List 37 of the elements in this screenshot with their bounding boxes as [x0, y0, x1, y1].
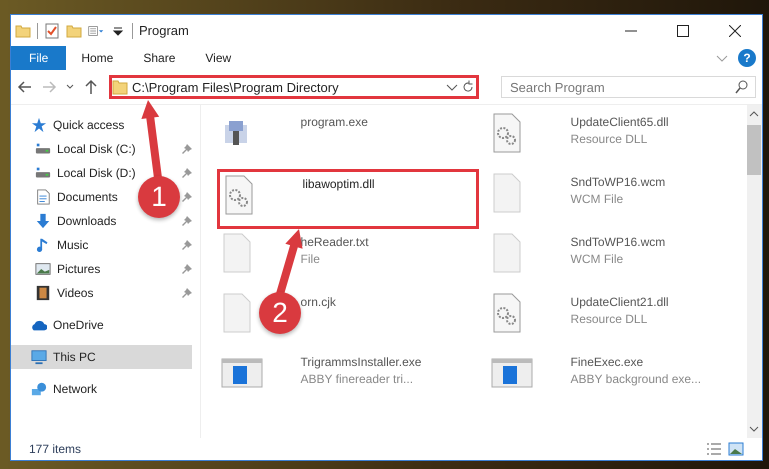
window-title: Program	[139, 23, 189, 38]
file-type: Resource DLL	[570, 312, 648, 326]
ribbon-tab[interactable]: Share	[128, 46, 190, 70]
help-button[interactable]: ?	[738, 49, 756, 67]
ribbon-tab[interactable]: View	[190, 46, 246, 70]
file-type: WCM File	[570, 192, 624, 206]
sidebar-item[interactable]: Network	[11, 377, 192, 401]
sidebar-item[interactable]: Local Disk (C:)	[11, 137, 140, 161]
file-name: heReader.txt	[300, 235, 369, 249]
file-name: program.exe	[300, 115, 368, 129]
sidebar-item[interactable]: Music	[11, 233, 92, 257]
sidebar-item[interactable]: OneDrive	[11, 313, 192, 337]
file-name: TrigrammsInstaller.exe	[300, 355, 422, 369]
file-type: ABBY background exe...	[570, 372, 702, 386]
file-type: ABBY finereader tri...	[300, 372, 414, 386]
item-count: 177 items	[29, 442, 82, 456]
sidebar-item[interactable]: Videos	[11, 281, 98, 305]
sidebar-item[interactable]: Quick access	[11, 113, 192, 137]
search-field[interactable]: Search Program	[501, 76, 756, 98]
sidebar-item[interactable]: This PC	[11, 345, 192, 369]
sidebar-item[interactable]: Local Disk (D:)	[11, 161, 140, 185]
address-bar[interactable]: C:\Program Files\Program Directory	[109, 75, 479, 99]
file-name: SndToWP16.wcm	[570, 235, 666, 249]
file-type: File	[300, 252, 321, 266]
sidebar-item[interactable]: Pictures	[11, 257, 104, 281]
sidebar-item[interactable]: Documents	[11, 185, 122, 209]
sidebar-item[interactable]: Downloads	[11, 209, 120, 233]
file-type: Resource DLL	[570, 132, 648, 146]
file-name: libawoptim.dll	[302, 177, 375, 191]
file-name: UpdateClient21.dll	[570, 295, 669, 309]
ribbon-tab[interactable]: File	[11, 46, 66, 70]
file-name: SndToWP16.wcm	[570, 175, 666, 189]
file-name: orn.cjk	[300, 295, 336, 309]
file-name: FineExec.exe	[570, 355, 644, 369]
file-type: WCM File	[570, 252, 624, 266]
file-name: UpdateClient65.dll	[570, 115, 669, 129]
ribbon-tab[interactable]: Home	[66, 46, 128, 70]
